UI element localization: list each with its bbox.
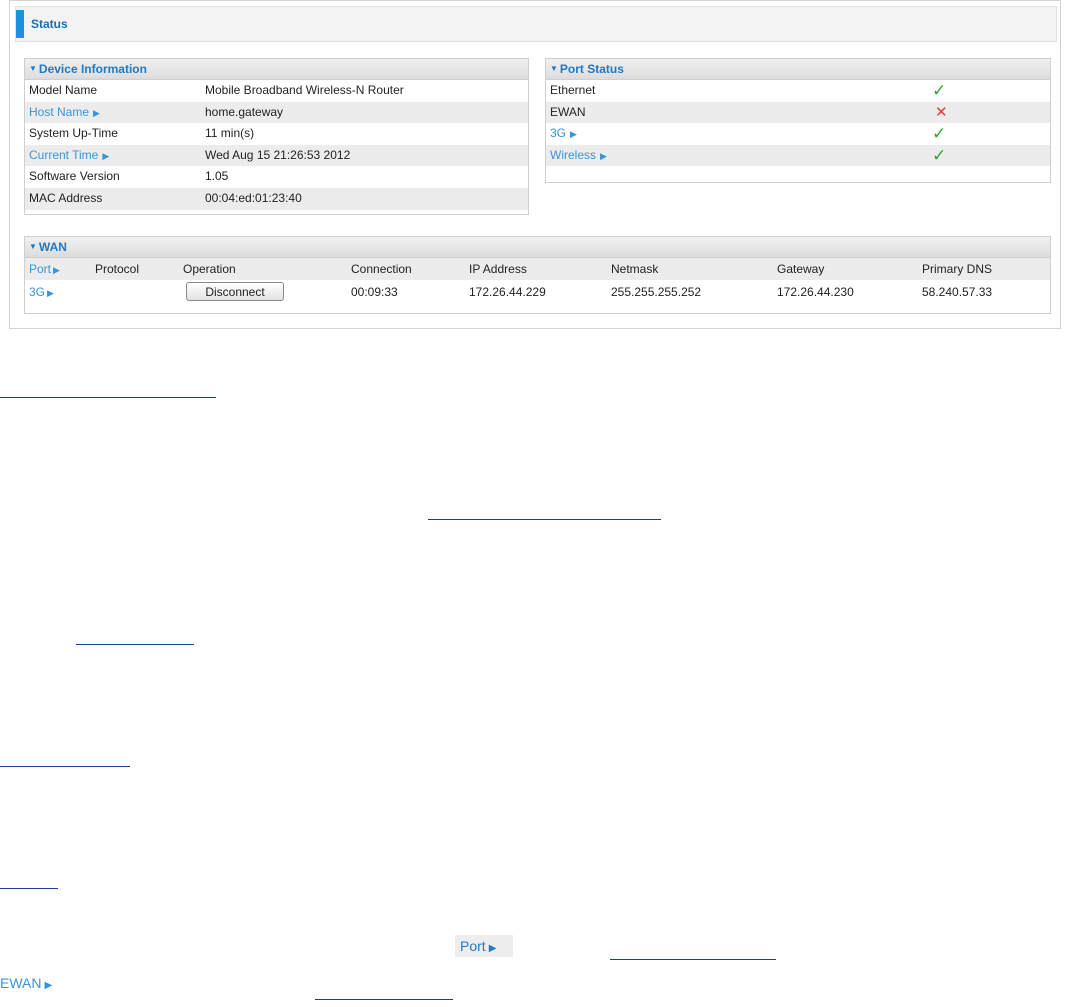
device-information-header[interactable]: ▼ Device Information xyxy=(25,59,528,80)
3g-link[interactable]: 3G ▶ xyxy=(550,123,577,146)
doc-hyperlink[interactable] xyxy=(0,888,58,889)
device-row-uptime: System Up-Time 11 min(s) xyxy=(25,123,528,145)
arrow-right-icon: ▶ xyxy=(93,107,100,118)
port-chip: Port ▶ xyxy=(455,935,513,957)
mac-address-value: 00:04:ed:01:23:40 xyxy=(205,190,302,205)
wan-header[interactable]: ▼ WAN xyxy=(25,237,1050,258)
arrow-right-icon: ▶ xyxy=(47,288,54,298)
wan-column-headers: Port ▶ Protocol Operation Connection IP A… xyxy=(25,258,1050,280)
current-time-link[interactable]: Current Time ▶ xyxy=(29,145,109,168)
port-row-ethernet: Ethernet ✓ xyxy=(546,80,1050,102)
arrow-right-icon: ▶ xyxy=(488,943,497,954)
netmask-value: 255.255.255.252 xyxy=(611,285,702,299)
doc-hyperlink[interactable] xyxy=(315,999,453,1000)
ip-address-value: 172.26.44.229 xyxy=(469,285,546,299)
wan-title: WAN xyxy=(38,240,67,254)
current-time-value: Wed Aug 15 21:26:53 2012 xyxy=(205,147,351,162)
arrow-right-icon: ▶ xyxy=(53,265,60,275)
arrow-right-icon: ▶ xyxy=(600,150,607,161)
collapse-triangle-icon: ▼ xyxy=(29,242,37,251)
software-version-value: 1.05 xyxy=(205,169,229,184)
port-status-header[interactable]: ▼ Port Status xyxy=(546,59,1050,80)
status-header: Status xyxy=(15,6,1057,42)
arrow-right-icon: ▶ xyxy=(570,129,577,140)
cross-icon: ✕ xyxy=(935,103,948,121)
device-row-model: Model Name Mobile Broadband Wireless-N R… xyxy=(25,80,528,102)
port-row-wireless: Wireless ▶ ✓ xyxy=(546,144,1050,168)
doc-hyperlink[interactable] xyxy=(428,519,661,520)
check-icon: ✓ xyxy=(932,81,947,100)
ip-address-header: IP Address xyxy=(469,262,527,276)
device-information-box: ▼ Device Information Model Name Mobile Br… xyxy=(24,58,529,215)
device-information-title: Device Information xyxy=(38,62,147,76)
uptime-label: System Up-Time xyxy=(29,126,118,141)
connection-value: 00:09:33 xyxy=(351,285,398,299)
doc-hyperlink[interactable] xyxy=(610,959,776,960)
arrow-right-icon: ▶ xyxy=(102,150,110,161)
netmask-header: Netmask xyxy=(611,262,659,276)
disconnect-button[interactable]: Disconnect xyxy=(186,282,284,301)
check-icon: ✓ xyxy=(932,124,947,144)
host-name-link[interactable]: Host Name ▶ xyxy=(29,102,100,125)
device-row-mac: MAC Address 00:04:ed:01:23:40 xyxy=(25,187,528,210)
port-row-3g: 3G ▶ ✓ xyxy=(546,123,1050,145)
collapse-triangle-icon: ▼ xyxy=(29,64,37,73)
ewan-chip: EWAN ▶ xyxy=(0,975,53,991)
3g-port-link[interactable]: 3G ▶ xyxy=(29,280,54,305)
mac-address-label: MAC Address xyxy=(29,190,103,205)
uptime-value: 11 min(s) xyxy=(205,126,255,141)
doc-hyperlink[interactable] xyxy=(0,397,216,398)
port-status-box: ▼ Port Status Ethernet ✓ EWAN ✕ 3G ▶ ✓ Wir… xyxy=(545,58,1051,183)
protocol-header: Protocol xyxy=(95,262,140,276)
ethernet-label: Ethernet xyxy=(550,83,596,97)
status-accent-bar xyxy=(16,10,24,38)
wan-row-3g: 3G ▶ Disconnect 00:09:33 172.26.44.229 25… xyxy=(25,280,1050,304)
device-row-time: Current Time ▶ Wed Aug 15 21:26:53 2012 xyxy=(25,144,528,168)
model-name-value: Mobile Broadband Wireless-N Router xyxy=(205,83,404,97)
primary-dns-header: Primary DNS xyxy=(922,262,993,276)
ewan-label: EWAN xyxy=(550,104,586,119)
host-name-value: home.gateway xyxy=(205,104,284,119)
status-title: Status xyxy=(31,17,68,31)
wireless-link[interactable]: Wireless ▶ xyxy=(550,145,607,168)
arrow-right-icon: ▶ xyxy=(44,980,53,991)
status-panel: Status ▼ Device Information Model Name Mo… xyxy=(9,0,1061,329)
primary-dns-value: 58.240.57.33 xyxy=(922,285,993,299)
operation-header: Operation xyxy=(183,262,236,276)
gateway-header: Gateway xyxy=(777,262,825,276)
software-version-label: Software Version xyxy=(29,169,120,184)
doc-hyperlink[interactable] xyxy=(76,644,194,645)
port-status-title: Port Status xyxy=(559,62,624,76)
gateway-value: 172.26.44.230 xyxy=(777,285,854,299)
collapse-triangle-icon: ▼ xyxy=(550,64,558,73)
device-row-software: Software Version 1.05 xyxy=(25,166,528,188)
check-icon: ✓ xyxy=(932,145,947,165)
doc-hyperlink[interactable] xyxy=(0,766,130,767)
connection-header: Connection xyxy=(351,262,412,276)
device-row-host: Host Name ▶ home.gateway xyxy=(25,101,528,125)
port-row-ewan: EWAN ✕ xyxy=(546,101,1050,124)
model-name-label: Model Name xyxy=(29,83,98,97)
wan-box: ▼ WAN Port ▶ Protocol Operation Connection… xyxy=(24,236,1051,314)
port-header-link[interactable]: Port ▶ xyxy=(29,258,60,281)
